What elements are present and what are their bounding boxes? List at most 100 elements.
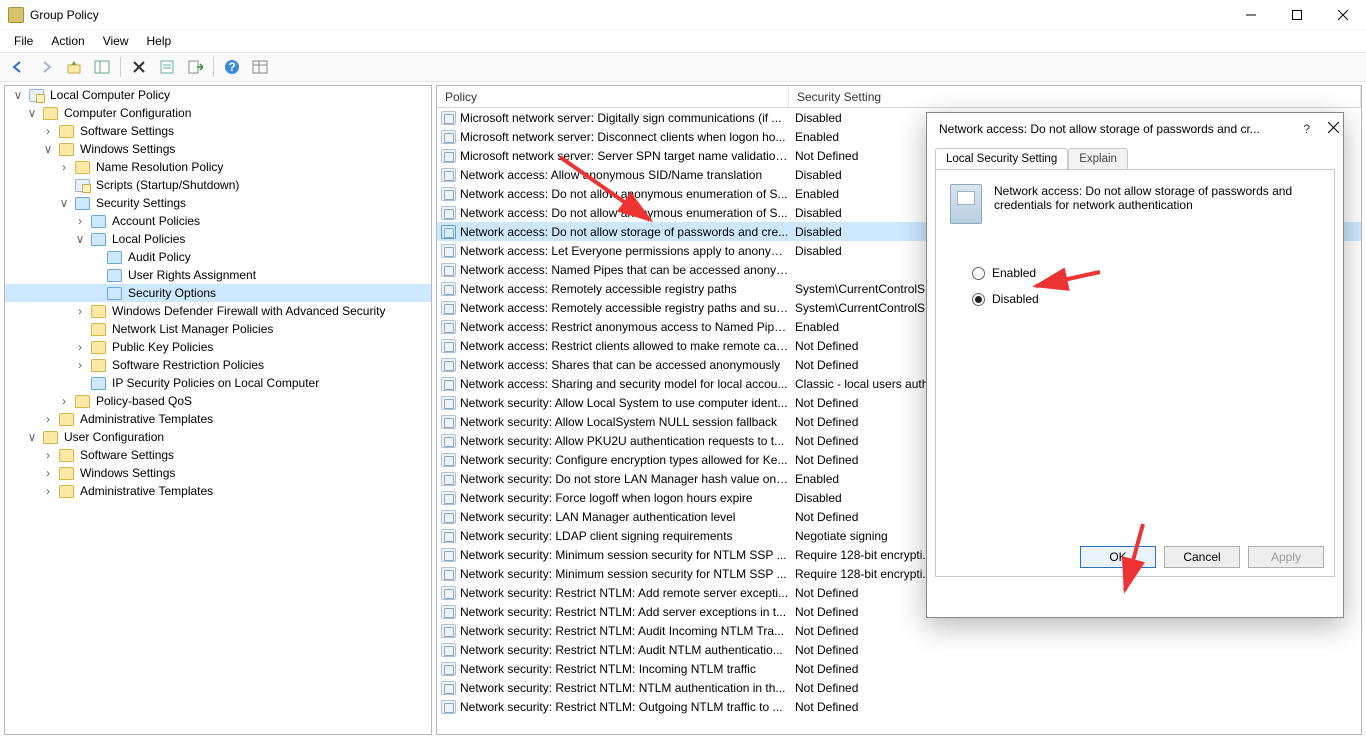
policy-name: Network access: Allow anonymous SID/Name… — [460, 168, 762, 182]
properties-button[interactable] — [155, 55, 179, 79]
policy-name: Network access: Remotely accessible regi… — [460, 282, 737, 296]
policy-row[interactable]: Network security: Restrict NTLM: Outgoin… — [437, 697, 1361, 716]
menu-action[interactable]: Action — [43, 32, 92, 50]
tree-account-policies[interactable]: ›Account Policies — [5, 212, 431, 230]
radio-enabled[interactable]: Enabled — [972, 266, 1320, 280]
tree-windows-settings[interactable]: ∨Windows Settings — [5, 140, 431, 158]
policy-row[interactable]: Network security: Restrict NTLM: Audit N… — [437, 640, 1361, 659]
console-tree[interactable]: ∨Local Computer Policy ∨Computer Configu… — [4, 85, 432, 735]
filter-button[interactable] — [248, 55, 272, 79]
group-policy-icon — [8, 7, 24, 23]
tree-computer-configuration[interactable]: ∨Computer Configuration — [5, 104, 431, 122]
policy-description: Network access: Do not allow storage of … — [994, 184, 1304, 212]
back-button[interactable] — [6, 55, 30, 79]
tree-name-resolution-policy[interactable]: ›Name Resolution Policy — [5, 158, 431, 176]
policy-name: Network security: LAN Manager authentica… — [460, 510, 735, 524]
ok-button[interactable]: OK — [1080, 546, 1156, 568]
cancel-button[interactable]: Cancel — [1164, 546, 1240, 568]
tree-user-configuration[interactable]: ∨User Configuration — [5, 428, 431, 446]
policy-name: Network security: Do not store LAN Manag… — [460, 472, 789, 486]
tree-software-restriction-policies[interactable]: ›Software Restriction Policies — [5, 356, 431, 374]
column-security-setting[interactable]: Security Setting — [789, 86, 1361, 107]
policy-name: Network access: Do not allow storage of … — [460, 225, 788, 239]
tree-local-policies[interactable]: ∨Local Policies — [5, 230, 431, 248]
window-close-button[interactable] — [1320, 0, 1366, 30]
policy-name: Network security: Allow Local System to … — [460, 396, 787, 410]
export-list-button[interactable] — [183, 55, 207, 79]
delete-button[interactable] — [127, 55, 151, 79]
policy-row[interactable]: Network security: Restrict NTLM: Incomin… — [437, 659, 1361, 678]
policy-name: Network security: Restrict NTLM: Add ser… — [460, 605, 786, 619]
show-hide-tree-button[interactable] — [90, 55, 114, 79]
tree-root[interactable]: ∨Local Computer Policy — [5, 86, 431, 104]
scripts-icon — [75, 179, 90, 192]
window-minimize-button[interactable] — [1228, 0, 1274, 30]
window-maximize-button[interactable] — [1274, 0, 1320, 30]
forward-button[interactable] — [34, 55, 58, 79]
policy-name: Network security: Minimum session securi… — [460, 567, 787, 581]
policy-name: Network access: Remotely accessible regi… — [460, 301, 789, 315]
tab-explain[interactable]: Explain — [1068, 148, 1128, 169]
policy-item-icon — [441, 605, 456, 619]
policy-item-icon — [441, 681, 456, 695]
menu-file[interactable]: File — [6, 32, 41, 50]
tree-public-key-policies[interactable]: ›Public Key Policies — [5, 338, 431, 356]
policy-name: Network security: Restrict NTLM: Outgoin… — [460, 700, 783, 714]
tree-security-options[interactable]: ·Security Options — [5, 284, 431, 302]
policy-name: Network security: Restrict NTLM: Audit N… — [460, 643, 783, 657]
policy-row[interactable]: Network security: Restrict NTLM: Audit I… — [437, 621, 1361, 640]
policy-item-icon — [441, 320, 456, 334]
list-header[interactable]: Policy Security Setting — [437, 86, 1361, 108]
policy-name: Network access: Do not allow anonymous e… — [460, 187, 788, 201]
policy-item-icon — [441, 662, 456, 676]
policy-item-icon — [441, 339, 456, 353]
folder-icon — [43, 107, 58, 120]
window-title: Group Policy — [30, 8, 99, 22]
policy-item-icon — [441, 548, 456, 562]
policy-name: Microsoft network server: Disconnect cli… — [460, 130, 785, 144]
tree-user-software-settings[interactable]: ›Software Settings — [5, 446, 431, 464]
tree-user-windows-settings[interactable]: ›Windows Settings — [5, 464, 431, 482]
tree-windows-defender-firewall[interactable]: ›Windows Defender Firewall with Advanced… — [5, 302, 431, 320]
up-button[interactable] — [62, 55, 86, 79]
tree-policy-based-qos[interactable]: ›Policy-based QoS — [5, 392, 431, 410]
policy-name: Network security: Restrict NTLM: NTLM au… — [460, 681, 785, 695]
policy-item-icon — [441, 301, 456, 315]
tree-scripts[interactable]: ·Scripts (Startup/Shutdown) — [5, 176, 431, 194]
tree-network-list-manager-policies[interactable]: ·Network List Manager Policies — [5, 320, 431, 338]
policy-name: Network access: Restrict clients allowed… — [460, 339, 789, 353]
dialog-close-button[interactable] — [1328, 122, 1339, 136]
help-button[interactable]: ? — [220, 55, 244, 79]
column-policy[interactable]: Policy — [437, 86, 789, 107]
tab-local-security-setting[interactable]: Local Security Setting — [935, 148, 1068, 169]
policy-item-icon — [441, 358, 456, 372]
radio-icon — [972, 267, 985, 280]
radio-disabled[interactable]: Disabled — [972, 292, 1320, 306]
apply-button[interactable]: Apply — [1248, 546, 1324, 568]
policy-item-icon — [441, 244, 456, 258]
policy-setting: Not Defined — [789, 643, 1361, 657]
tree-security-settings[interactable]: ∨Security Settings — [5, 194, 431, 212]
policy-name: Network security: LDAP client signing re… — [460, 529, 733, 543]
policy-item-icon — [441, 529, 456, 543]
tree-software-settings[interactable]: ›Software Settings — [5, 122, 431, 140]
tree-user-rights-assignment[interactable]: ·User Rights Assignment — [5, 266, 431, 284]
policy-item-icon — [441, 415, 456, 429]
policy-item-icon — [441, 643, 456, 657]
policy-item-icon — [441, 149, 456, 163]
policy-name: Network access: Do not allow anonymous e… — [460, 206, 788, 220]
policy-setting: Not Defined — [789, 700, 1361, 714]
policy-row[interactable]: Network security: Restrict NTLM: NTLM au… — [437, 678, 1361, 697]
policy-name: Network security: Minimum session securi… — [460, 548, 787, 562]
titlebar: Group Policy — [0, 0, 1366, 30]
policy-item-icon — [441, 263, 456, 277]
tree-audit-policy[interactable]: ·Audit Policy — [5, 248, 431, 266]
tree-ip-security-policies[interactable]: ·IP Security Policies on Local Computer — [5, 374, 431, 392]
dialog-help-button[interactable]: ? — [1303, 122, 1310, 136]
menu-help[interactable]: Help — [139, 32, 180, 50]
tree-user-administrative-templates[interactable]: ›Administrative Templates — [5, 482, 431, 500]
policy-name: Network access: Let Everyone permissions… — [460, 244, 789, 258]
menu-view[interactable]: View — [95, 32, 137, 50]
policy-name: Network access: Named Pipes that can be … — [460, 263, 789, 277]
tree-administrative-templates[interactable]: ›Administrative Templates — [5, 410, 431, 428]
